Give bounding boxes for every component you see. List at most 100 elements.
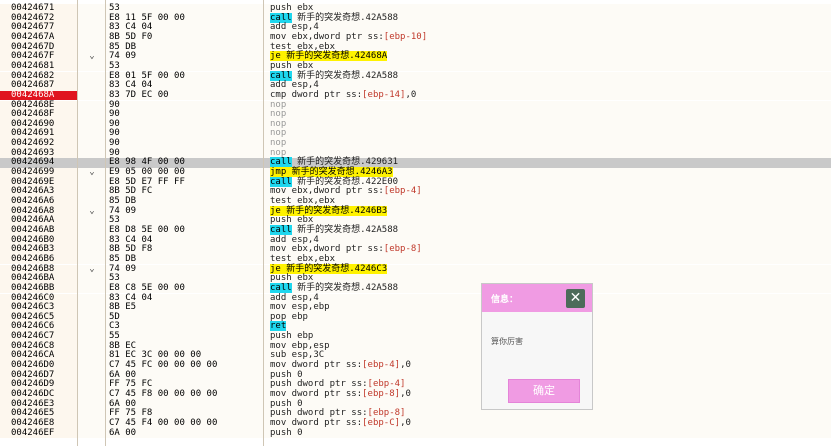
hex-bytes-cell[interactable]: 90 <box>106 119 263 130</box>
hex-bytes-cell[interactable]: 90 <box>106 100 263 111</box>
instruction-cell[interactable]: nop <box>264 118 831 130</box>
hex-bytes-cell[interactable]: 90 <box>106 129 263 140</box>
jump-arrow-icon <box>78 322 106 333</box>
jump-arrow-icon <box>78 293 106 304</box>
hex-bytes-cell[interactable]: 6A 00 <box>106 428 263 439</box>
jump-arrow-icon <box>78 110 106 120</box>
instruction-cell[interactable]: mov dword ptr ss:[ebp-C],0 <box>264 417 831 429</box>
instruction-token: [ebp-14] <box>362 89 406 100</box>
column-divider <box>105 0 106 446</box>
disassembly-row[interactable]: 0042467F ⌄ 74 09 je 新手的突发奇想.42468A <box>0 51 831 62</box>
jump-arrow-icon <box>78 303 106 313</box>
hex-bytes-cell[interactable]: E8 C8 5E 00 00 <box>106 283 263 294</box>
jump-arrow-icon <box>78 341 106 352</box>
disassembly-row[interactable]: 004246EF 6A 00 push 0 <box>0 427 831 439</box>
instruction-cell[interactable]: call 新手的突发奇想.42A588 <box>264 70 831 82</box>
address-cell[interactable]: 004246EF <box>0 428 77 439</box>
instruction-token: push 0 <box>270 427 303 438</box>
instruction-token: [ebp-4] <box>367 379 406 390</box>
instruction-token: add esp,4 <box>270 22 319 33</box>
instruction-token: call <box>270 176 292 187</box>
instruction-token: push ebx <box>270 60 314 71</box>
hex-bytes-cell[interactable]: 90 <box>106 110 263 120</box>
instruction-token: nop <box>270 118 287 129</box>
instruction-cell[interactable]: nop <box>264 99 831 111</box>
instruction-cell[interactable]: mov ebx,dword ptr ss:[ebp-10] <box>264 32 831 43</box>
instruction-cell[interactable]: mov ebx,dword ptr ss:[ebp-4] <box>264 187 831 197</box>
disassembly-row[interactable]: 00424692 90 nop <box>0 138 831 149</box>
disassembly-row[interactable]: 004246C3 8B E5 mov esp,ebp <box>0 302 831 313</box>
instruction-cell[interactable]: mov ebx,dword ptr ss:[ebp-8] <box>264 244 831 255</box>
instruction-token: 新手的突发奇想.422E00 <box>291 176 399 187</box>
instruction-token: call <box>270 282 292 293</box>
instruction-cell[interactable]: call 新手的突发奇想.42A588 <box>264 224 831 236</box>
hex-bytes-cell[interactable]: C3 <box>106 322 263 333</box>
instruction-token: add esp,4 <box>270 292 319 303</box>
hex-bytes-cell[interactable]: 83 7D EC 00 <box>106 90 263 101</box>
disassembly-row[interactable]: 00424691 90 nop <box>0 129 831 140</box>
instruction-token: nop <box>270 99 287 110</box>
jump-arrow-icon <box>78 32 106 43</box>
instruction-token: call <box>270 70 292 81</box>
instruction-cell[interactable]: je 新手的突发奇想.4246B3 <box>264 205 831 217</box>
instruction-token: test ebx,ebx <box>270 196 336 206</box>
disassembly-row[interactable]: 0042468F 90 nop <box>0 109 831 120</box>
instruction-cell[interactable]: nop <box>264 138 831 149</box>
disassembly-row[interactable]: 0042468A 83 7D EC 00 cmp dword ptr ss:[ebp… <box>0 89 831 101</box>
address-cell[interactable]: 004246BB <box>0 283 77 294</box>
column-divider <box>77 0 78 446</box>
instruction-token: mov dword ptr ss: <box>270 417 363 428</box>
disassembly-row[interactable]: 004246C5 5D pop ebp <box>0 311 831 323</box>
jump-arrow-icon <box>78 148 106 159</box>
instruction-token: jmp 新手的突发奇想.4246A3 <box>270 167 393 178</box>
hex-bytes-cell[interactable]: 74 09 <box>106 264 263 275</box>
disassembly-row[interactable]: 004246C6 C3 ret <box>0 321 831 333</box>
instruction-token: 新手的突发奇想.42A588 <box>291 12 399 23</box>
jump-arrow-icon <box>78 332 106 342</box>
instruction-token: ,0 <box>405 89 417 100</box>
instruction-token: mov ebx,dword ptr ss: <box>270 244 384 255</box>
hex-bytes-cell[interactable]: 74 09 <box>106 206 263 217</box>
jump-arrow-icon <box>78 81 106 91</box>
jump-arrow-icon <box>78 187 106 197</box>
hex-bytes-cell[interactable]: 8B E5 <box>106 303 263 313</box>
disassembly-row[interactable]: 004246BB E8 C8 5E 00 00 call 新手的突发奇想.42A58… <box>0 282 831 294</box>
instruction-token: call <box>270 224 292 235</box>
address-cell[interactable]: 0042468A <box>0 90 77 101</box>
disassembly-row[interactable]: 00424690 90 nop <box>0 118 831 130</box>
instruction-token: [ebp-8] <box>362 389 401 399</box>
jump-arrow-icon <box>78 13 106 24</box>
disassembly-row[interactable]: 004246A8 ⌄ 74 09 je 新手的突发奇想.4246B3 <box>0 205 831 217</box>
jump-arrow-icon <box>78 100 106 111</box>
jump-arrow-icon <box>78 428 106 439</box>
close-icon[interactable]: ✕ <box>566 289 585 308</box>
ok-button[interactable]: 确定 <box>508 379 580 403</box>
jump-arrow-icon <box>78 399 106 410</box>
instruction-token: push ebx <box>270 3 314 13</box>
instruction-token: pop ebp <box>270 311 308 322</box>
instruction-cell[interactable]: cmp dword ptr ss:[ebp-14],0 <box>264 89 831 101</box>
instruction-cell[interactable]: je 新手的突发奇想.4246C3 <box>264 263 831 275</box>
column-divider <box>263 0 264 446</box>
instruction-token: ,0 <box>400 417 411 428</box>
instruction-cell[interactable]: nop <box>264 109 831 120</box>
hex-bytes-cell[interactable]: 5D <box>106 312 263 323</box>
instruction-cell[interactable]: push 0 <box>264 427 831 439</box>
instruction-cell[interactable]: nop <box>264 129 831 140</box>
instruction-token: nop <box>270 109 287 120</box>
instruction-cell[interactable]: je 新手的突发奇想.42468A <box>264 51 831 62</box>
hex-bytes-cell[interactable]: 74 09 <box>106 52 263 62</box>
jump-arrow-icon <box>78 245 106 255</box>
instruction-cell[interactable]: call 新手的突发奇想.42A588 <box>264 12 831 24</box>
disassembly-row[interactable]: 004246B8 ⌄ 74 09 je 新手的突发奇想.4246C3 <box>0 263 831 275</box>
instruction-token: sub esp,3C <box>270 350 325 361</box>
instruction-token: je 新手的突发奇想.4246B3 <box>270 205 388 216</box>
jump-arrow-icon <box>78 71 106 82</box>
jump-arrow-icon <box>78 283 106 294</box>
instruction-token: je 新手的突发奇想.42468A <box>270 51 388 62</box>
instruction-token: push ebx <box>270 273 314 284</box>
disassembly-view[interactable]: 00424671 53 push ebx 00424672 E8 11 5F 00 00… <box>0 0 831 446</box>
hex-bytes-cell[interactable]: 90 <box>106 138 263 149</box>
disassembly-row[interactable]: 0042468E 90 nop <box>0 99 831 111</box>
dialog-title: 信息： <box>491 295 519 305</box>
